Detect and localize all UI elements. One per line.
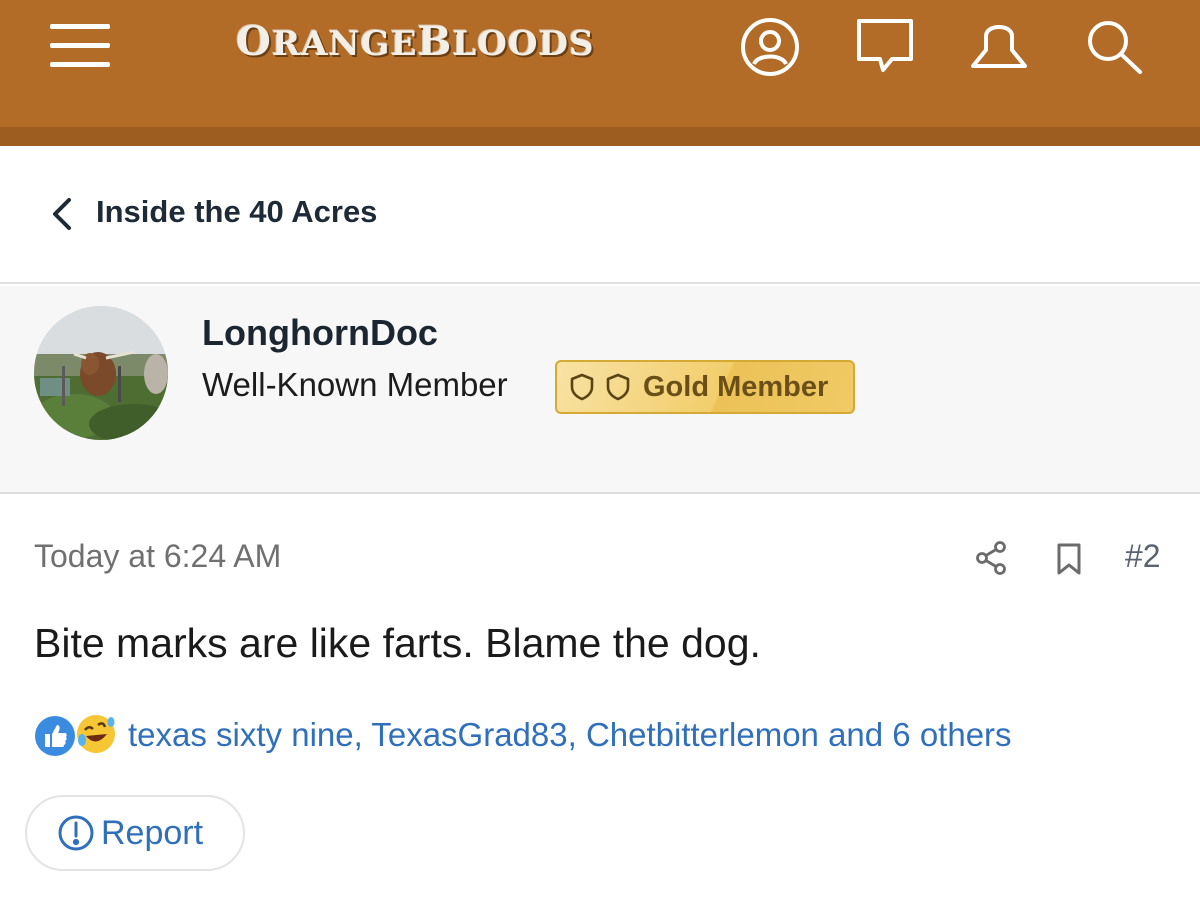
menu-line [50,43,110,48]
username[interactable]: LonghornDoc [202,312,438,354]
alert-circle-icon [58,815,94,851]
shield-icon [606,373,630,401]
alerts-icon[interactable] [966,14,1032,80]
menu-line [50,62,110,67]
breadcrumb-forum-link[interactable]: Inside the 40 Acres [96,194,377,230]
menu-icon[interactable] [50,22,110,70]
post-author-block: LonghornDoc Well-Known Member Gold Membe… [0,286,1200,494]
breadcrumb: Inside the 40 Acres [0,146,1200,284]
messages-icon[interactable] [852,14,918,80]
logo-word: LOODS [452,24,595,64]
logo-word: RANGE [271,24,418,64]
logo-letter: B [417,18,453,65]
bookmark-icon[interactable] [1054,542,1084,576]
reaction-icons [34,712,120,758]
report-label: Report [101,813,204,852]
share-icon[interactable] [974,540,1008,576]
laugh-reaction-icon [77,715,115,753]
avatar[interactable] [34,306,168,440]
shield-icon [570,373,594,401]
report-button[interactable]: Report [25,795,245,871]
header-bottom-band [0,127,1200,146]
badge-label: Gold Member [643,370,829,403]
search-icon[interactable] [1080,14,1146,80]
site-logo[interactable]: ORANGEBLOODS [236,18,595,74]
post-message-text: Bite marks are like farts. Blame the dog… [34,620,761,666]
top-header-bar: ORANGEBLOODS [0,0,1200,146]
like-reaction-icon [35,716,75,756]
menu-line [50,24,110,29]
post-number-link[interactable]: #2 [1125,538,1161,575]
logo-letter: O [236,18,272,65]
gold-member-badge: Gold Member [555,360,855,414]
account-icon[interactable] [737,14,803,80]
reactions-bar[interactable]: texas sixty nine, TexasGrad83, Chetbitte… [34,712,1012,758]
user-title: Well-Known Member [202,366,508,403]
chevron-left-icon[interactable] [48,196,74,232]
post-timestamp[interactable]: Today at 6:24 AM [34,538,281,575]
reaction-users-link[interactable]: texas sixty nine, TexasGrad83, Chetbitte… [128,716,1012,754]
